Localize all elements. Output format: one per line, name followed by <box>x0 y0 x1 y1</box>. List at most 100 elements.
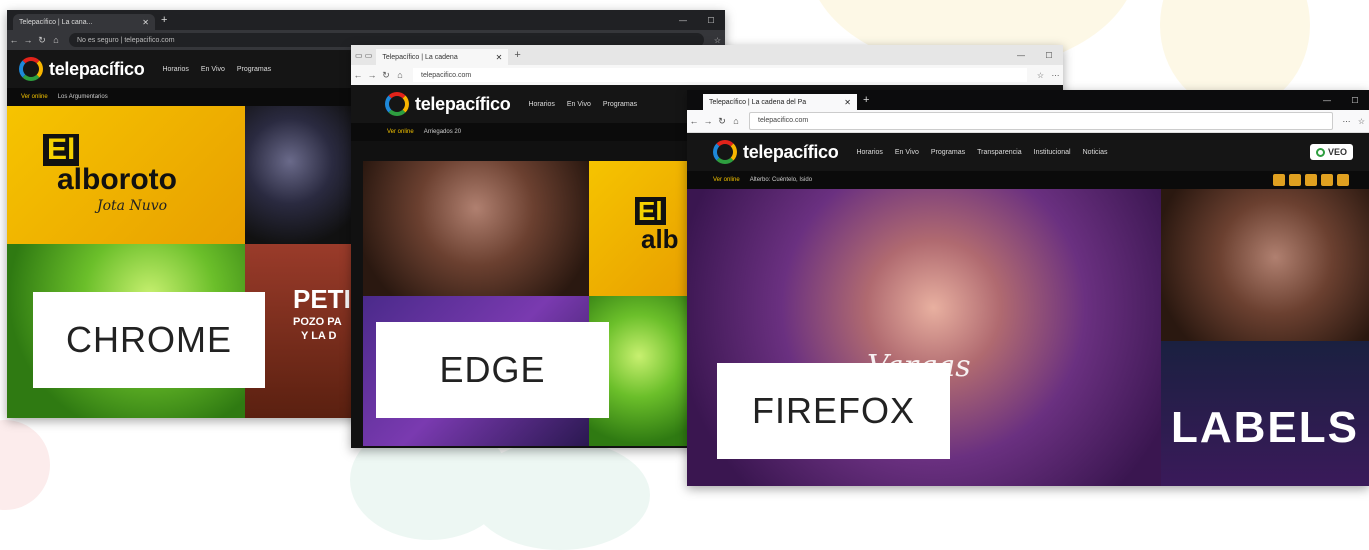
menu-icon[interactable]: ⋯ <box>1048 71 1063 80</box>
minimize-icon[interactable]: — <box>669 16 697 25</box>
edge-toolbar: ← → ↻ ⌂ telepacifico.com ☆ ⋯ <box>351 65 1063 85</box>
minimize-icon[interactable]: — <box>1313 96 1341 105</box>
veo-button[interactable]: VEO <box>1309 144 1353 160</box>
menu-item-programas[interactable]: Programas <box>931 149 965 156</box>
close-icon[interactable]: ✕ <box>490 53 503 62</box>
arrow-right-icon[interactable]: → <box>21 35 35 45</box>
firefox-tab[interactable]: Telepacífico | La cadena del Pa ✕ <box>703 94 857 110</box>
edge-address-bar[interactable]: telepacifico.com <box>413 68 1027 82</box>
reload-icon[interactable]: ↻ <box>715 116 729 127</box>
live-subtitle: Alterbo: Cuéntelo, Isido <box>749 177 813 183</box>
menu-item-programas[interactable]: Programas <box>603 101 637 108</box>
site-logo-text[interactable]: telepacífico <box>743 142 839 163</box>
menu-icon[interactable]: ⋯ <box>1339 117 1354 126</box>
home-icon[interactable]: ⌂ <box>393 70 407 80</box>
site-menu: Horarios En Vivo Programas <box>162 66 283 73</box>
tile-night-lights[interactable] <box>245 106 357 244</box>
site-header: telepacífico Horarios En Vivo Programas … <box>687 133 1369 171</box>
menu-item-noticias[interactable]: Noticias <box>1083 149 1108 156</box>
live-link[interactable]: Ver online <box>21 94 48 100</box>
arrow-right-icon[interactable]: → <box>365 70 379 80</box>
arrow-left-icon[interactable]: ← <box>351 70 365 80</box>
firefox-tab-title: Telepacífico | La cadena del Pa <box>709 98 807 106</box>
home-icon[interactable]: ⌂ <box>49 35 63 45</box>
star-icon[interactable]: ☆ <box>1354 117 1369 126</box>
firefox-label: FIREFOX <box>717 363 950 459</box>
menu-item-institucional[interactable]: Institucional <box>1034 149 1071 156</box>
edge-tabs-icon[interactable]: ▭ ▭ <box>351 51 376 60</box>
telepacifico-logo-icon <box>713 140 737 164</box>
tile-labels[interactable]: LABELS <box>1161 341 1369 486</box>
arrow-left-icon[interactable]: ← <box>7 35 21 45</box>
close-icon[interactable]: ✕ <box>838 98 851 107</box>
menu-item-programas[interactable]: Programas <box>237 66 271 73</box>
live-link[interactable]: Ver online <box>713 177 740 183</box>
firefox-url-text: telepacifico.com <box>758 117 809 125</box>
menu-item-en-vivo[interactable]: En Vivo <box>201 66 225 73</box>
chrome-tabbar: Telepacífico | La cana... ✕ + — ☐ <box>7 10 725 30</box>
live-link[interactable]: Ver online <box>387 129 414 135</box>
site-logo-text[interactable]: telepacífico <box>415 94 511 115</box>
telepacifico-logo-icon <box>19 57 43 81</box>
edge-window-controls: — ☐ <box>1007 45 1063 65</box>
edge-label: EDGE <box>376 322 609 418</box>
chrome-tab[interactable]: Telepacífico | La cana... ✕ <box>13 14 155 30</box>
home-icon[interactable]: ⌂ <box>729 116 743 126</box>
live-bar: Ver online Alterbo: Cuéntelo, Isido <box>687 171 1369 189</box>
site-menu: Horarios En Vivo Programas <box>528 101 649 108</box>
twitter-icon[interactable] <box>1305 174 1317 186</box>
arrow-right-icon[interactable]: → <box>701 116 715 126</box>
edge-tabbar: ▭ ▭ Telepacífico | La cadena ✕ + — ☐ <box>351 45 1063 65</box>
tile-grandmother[interactable] <box>363 161 589 296</box>
petro-subtitle-2: Y LA D <box>301 330 337 342</box>
petro-title: PETI <box>293 284 351 314</box>
reload-icon[interactable]: ↻ <box>35 35 49 46</box>
minimize-icon[interactable]: — <box>1007 51 1035 60</box>
firefox-tabbar: Telepacífico | La cadena del Pa ✕ + — ☐ <box>687 90 1369 110</box>
menu-item-horarios[interactable]: Horarios <box>162 66 188 73</box>
reload-icon[interactable]: ↻ <box>379 70 393 81</box>
edge-alboroto-el: El <box>635 197 666 225</box>
plus-icon[interactable]: + <box>857 94 875 106</box>
site-menu: Horarios En Vivo Programas Transparencia… <box>856 149 1119 156</box>
menu-item-horarios[interactable]: Horarios <box>528 101 554 108</box>
labels-title: LABELS <box>1171 403 1359 452</box>
alboroto-subtitle: Jota Nuvo <box>97 198 168 214</box>
live-subtitle: Arriegados 20 <box>423 129 462 135</box>
maximize-icon[interactable]: ☐ <box>1341 96 1369 105</box>
tile-alboroto[interactable]: El alboroto Jota Nuvo <box>7 106 245 244</box>
plus-icon[interactable]: + <box>508 49 526 61</box>
edge-tab[interactable]: Telepacífico | La cadena ✕ <box>376 49 509 65</box>
firefox-toolbar: ← → ↻ ⌂ telepacifico.com ⋯ ☆ <box>687 110 1369 133</box>
star-icon[interactable]: ☆ <box>710 36 725 45</box>
edge-tab-title: Telepacífico | La cadena <box>382 53 458 61</box>
menu-item-en-vivo[interactable]: En Vivo <box>895 149 919 156</box>
close-icon[interactable]: ✕ <box>136 18 149 27</box>
facebook-icon[interactable] <box>1273 174 1285 186</box>
star-icon[interactable]: ☆ <box>1033 71 1048 80</box>
edge-alboroto-title: alb <box>641 224 679 254</box>
email-icon[interactable] <box>1337 174 1349 186</box>
petro-subtitle-1: POZO PA <box>293 316 342 328</box>
tile-edge-alboroto[interactable]: El alb <box>589 161 689 296</box>
instagram-icon[interactable] <box>1289 174 1301 186</box>
alboroto-el: El <box>43 134 80 166</box>
firefox-address-bar[interactable]: telepacifico.com <box>749 112 1333 130</box>
veo-label: VEO <box>1327 147 1347 157</box>
menu-item-en-vivo[interactable]: En Vivo <box>567 101 591 108</box>
youtube-icon[interactable] <box>1321 174 1333 186</box>
chrome-window-controls: — ☐ <box>669 10 725 30</box>
firefox-window-controls: — ☐ <box>1313 90 1369 110</box>
live-subtitle: Los Argumentarios <box>57 94 108 100</box>
menu-item-horarios[interactable]: Horarios <box>856 149 882 156</box>
menu-item-transparencia[interactable]: Transparencia <box>977 149 1022 156</box>
site-logo-text[interactable]: telepacífico <box>49 59 145 80</box>
maximize-icon[interactable]: ☐ <box>1035 51 1063 60</box>
chrome-tab-title: Telepacífico | La cana... <box>19 18 93 26</box>
alboroto-title: alboroto <box>57 163 177 196</box>
telepacifico-logo-icon <box>385 92 409 116</box>
maximize-icon[interactable]: ☐ <box>697 16 725 25</box>
tile-ff-grandmother[interactable] <box>1161 189 1369 341</box>
plus-icon[interactable]: + <box>155 14 173 26</box>
arrow-left-icon[interactable]: ← <box>687 116 701 126</box>
